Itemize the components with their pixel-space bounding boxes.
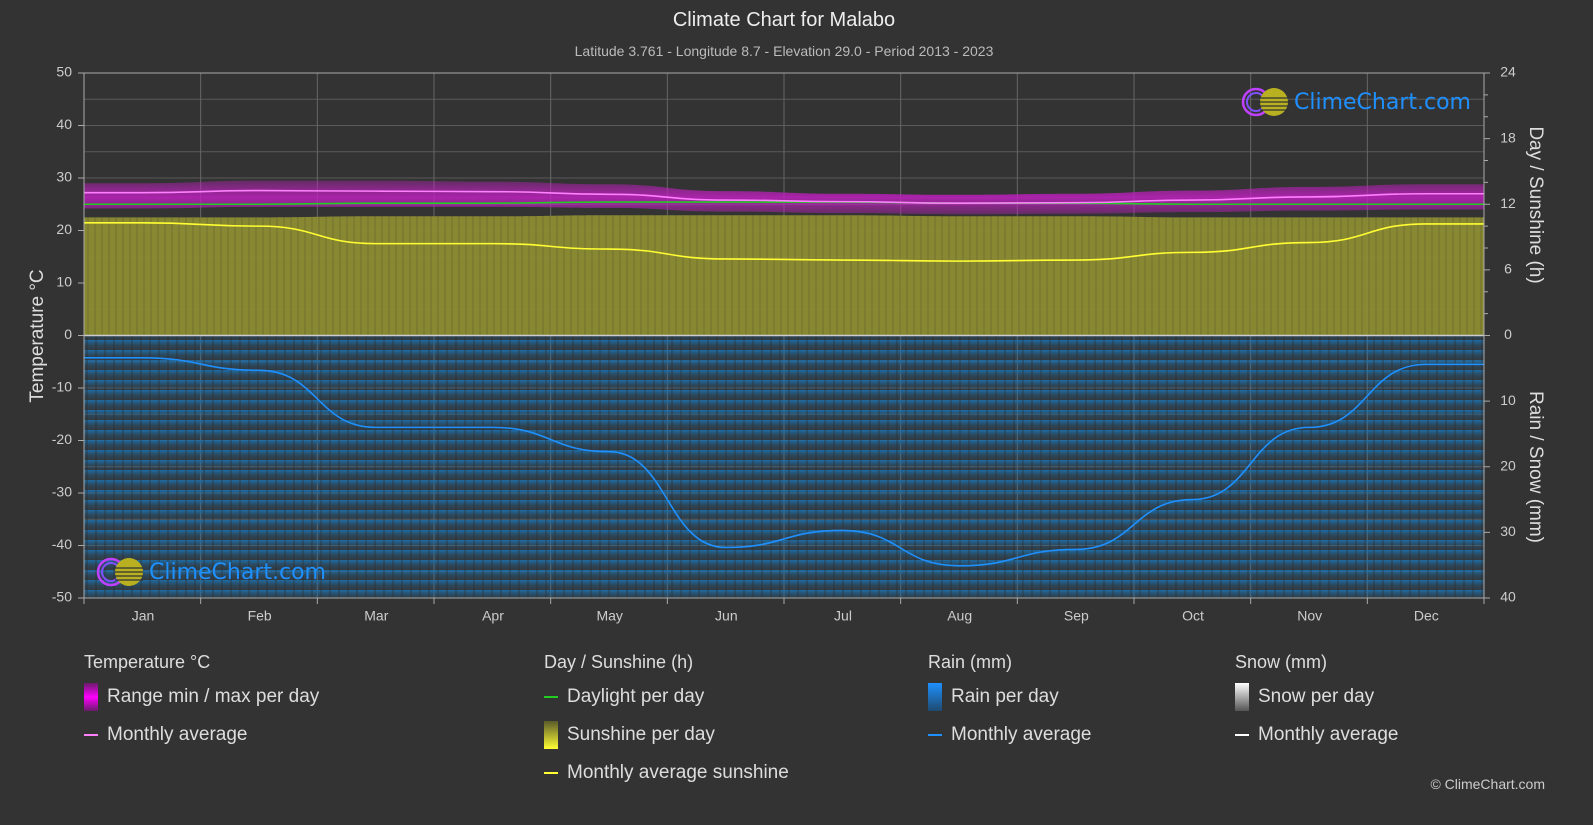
y-tick-label-left: -50 [52,589,72,605]
legend-item-temp-avg: Monthly average [84,716,319,754]
y-tick-label-left: -20 [52,431,72,447]
legend-rain-title: Rain (mm) [928,652,1012,672]
y-tick-label-right-top: 12 [1500,195,1516,211]
legend-sunshine-title: Day / Sunshine (h) [544,652,694,672]
legend-item-snow: Snow per day [1235,678,1398,716]
legend-item-rain: Rain per day [928,678,1091,716]
y-tick-label-right-top: 6 [1504,261,1512,277]
x-tick-label: Feb [248,608,272,624]
y-tick-label-right-top: 24 [1500,64,1516,80]
series-layer [83,180,1484,598]
y-tick-label-left: 50 [56,64,72,80]
y-tick-label-right-bottom: 10 [1500,392,1516,408]
copyright: © ClimeChart.com [1430,776,1545,792]
legend-snow: Snow (mm) Snow per day Monthly average [1235,652,1398,754]
y-tick-label-left: -40 [52,536,72,552]
y-tick-label-right-bottom: 20 [1500,457,1516,473]
legend-label: Rain per day [951,686,1059,707]
logo-text: ClimeChart.com [1294,89,1471,115]
x-tick-label: Apr [482,608,504,624]
climechart-logo-icon [96,557,143,587]
climechart-logo-icon [1241,87,1288,117]
legend-rain: Rain (mm) Rain per day Monthly average [928,652,1091,754]
logo-bottom-left[interactable]: ClimeChart.com [95,556,326,588]
legend-label: Snow per day [1258,686,1375,707]
legend-item-snow-avg: Monthly average [1235,716,1398,754]
x-tick-label: Aug [947,608,972,624]
y-tick-label-left: -10 [52,379,72,395]
y-tick-label-left: 40 [56,116,72,132]
x-tick-label: Mar [364,608,388,624]
logo-top-right[interactable]: ClimeChart.com [1240,86,1471,118]
x-tick-label: Jun [715,608,738,624]
legend-item-sunshine-avg: Monthly average sunshine [544,754,789,792]
y-axis-right-top-label: Day / Sunshine (h) [1525,126,1546,283]
x-tick-label: Sep [1064,608,1089,624]
range-swatch-icon [84,683,98,711]
y-tick-label-left: 10 [56,274,72,290]
legend-item-sunshine: Sunshine per day [544,716,789,754]
y-tick-label-left: 30 [56,169,72,185]
legend-item-temp-range: Range min / max per day [84,678,319,716]
y-tick-label-right-top: 18 [1500,129,1516,145]
x-tick-label: Nov [1297,608,1322,624]
y-axis-right-bottom-label: Rain / Snow (mm) [1525,391,1546,543]
y-tick-label-left: -30 [52,484,72,500]
legend-label: Monthly average sunshine [567,762,789,783]
x-tick-label: Oct [1182,608,1204,624]
legend-temperature-title: Temperature °C [84,652,211,672]
legend-label: Monthly average [107,724,248,745]
y-tick-label-right-bottom: 40 [1500,589,1516,605]
legend-label: Range min / max per day [107,686,320,707]
bar-swatch-icon [928,683,942,711]
y-tick-label-left: 20 [56,221,72,237]
y-tick-label-right-bottom: 30 [1500,523,1516,539]
line-swatch-icon [544,772,558,774]
bar-swatch-icon [544,721,558,749]
line-swatch-icon [928,734,942,736]
legend-label: Monthly average [951,724,1092,745]
x-tick-label: Dec [1414,608,1439,624]
logo-text: ClimeChart.com [149,559,326,585]
sunshine-per-day-area [84,215,1484,336]
y-tick-label-left: 0 [64,326,72,342]
legend-snow-title: Snow (mm) [1235,652,1328,672]
legend-label: Sunshine per day [567,724,715,745]
line-swatch-icon [544,696,558,698]
legend-temperature: Temperature °C Range min / max per day M… [84,652,319,754]
legend-item-rain-avg: Monthly average [928,716,1091,754]
legend-label: Daylight per day [567,686,705,707]
legend-item-daylight: Daylight per day [544,678,789,716]
x-tick-label: Jan [132,608,155,624]
y-axis-left-label: Temperature °C [27,269,48,402]
x-tick-label: May [596,608,622,624]
line-swatch-icon [1235,734,1249,736]
legend-sunshine: Day / Sunshine (h) Daylight per day Suns… [544,652,789,792]
bar-swatch-icon [1235,683,1249,711]
line-swatch-icon [84,734,98,736]
legend-label: Monthly average [1258,724,1399,745]
y-tick-label-right-top: 0 [1504,326,1512,342]
x-tick-label: Jul [834,608,852,624]
